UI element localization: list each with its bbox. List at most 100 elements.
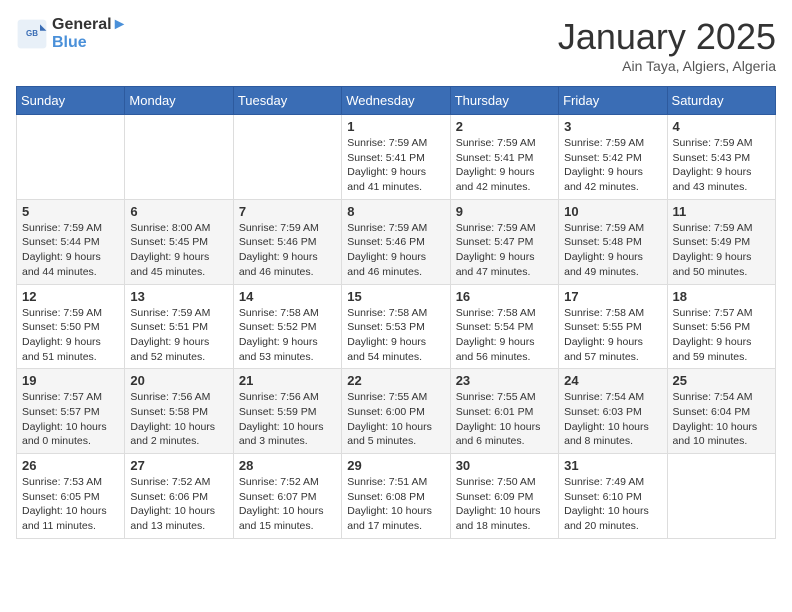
table-row: 13 Sunrise: 7:59 AM Sunset: 5:51 PM Dayli… bbox=[125, 284, 233, 369]
table-row: 9 Sunrise: 7:59 AM Sunset: 5:47 PM Daylig… bbox=[450, 199, 558, 284]
table-row: 14Sunrise: 7:58 AM Sunset: 5:52 PM Dayli… bbox=[233, 284, 341, 369]
day-info: Sunrise: 7:52 AM Sunset: 6:07 PM Dayligh… bbox=[239, 475, 336, 534]
day-number: 28 bbox=[239, 458, 336, 473]
day-info: Sunrise: 7:59 AM Sunset: 5:43 PM Dayligh… bbox=[673, 136, 770, 195]
table-row: 17Sunrise: 7:58 AM Sunset: 5:55 PM Dayli… bbox=[559, 284, 667, 369]
table-row: 20 Sunrise: 7:56 AM Sunset: 5:58 PM Dayli… bbox=[125, 369, 233, 454]
day-info: Sunrise: 7:50 AM Sunset: 6:09 PM Dayligh… bbox=[456, 475, 553, 534]
header-thursday: Thursday bbox=[450, 87, 558, 115]
day-info: Sunrise: 7:59 AM Sunset: 5:46 PM Dayligh… bbox=[239, 221, 336, 280]
day-number: 2 bbox=[456, 119, 553, 134]
day-info: Sunrise: 7:58 AM Sunset: 5:54 PM Dayligh… bbox=[456, 306, 553, 365]
logo-icon: GB bbox=[16, 18, 48, 50]
page-header: GB General► Blue January 2025 Ain Taya, … bbox=[16, 16, 776, 74]
day-info: Sunrise: 7:58 AM Sunset: 5:53 PM Dayligh… bbox=[347, 306, 444, 365]
logo: GB General► Blue bbox=[16, 16, 127, 52]
day-number: 29 bbox=[347, 458, 444, 473]
table-row: 25 Sunrise: 7:54 AM Sunset: 6:04 PM Dayli… bbox=[667, 369, 775, 454]
day-number: 14 bbox=[239, 289, 336, 304]
day-number: 4 bbox=[673, 119, 770, 134]
day-info: Sunrise: 7:51 AM Sunset: 6:08 PM Dayligh… bbox=[347, 475, 444, 534]
day-number: 1 bbox=[347, 119, 444, 134]
calendar-week-row: 19 Sunrise: 7:57 AM Sunset: 5:57 PM Dayli… bbox=[17, 369, 776, 454]
day-number: 5 bbox=[22, 204, 119, 219]
day-info: Sunrise: 7:56 AM Sunset: 5:58 PM Dayligh… bbox=[130, 390, 227, 449]
day-number: 18 bbox=[673, 289, 770, 304]
day-info: Sunrise: 7:54 AM Sunset: 6:03 PM Dayligh… bbox=[564, 390, 661, 449]
header-sunday: Sunday bbox=[17, 87, 125, 115]
table-row: 11 Sunrise: 7:59 AM Sunset: 5:49 PM Dayli… bbox=[667, 199, 775, 284]
header-monday: Monday bbox=[125, 87, 233, 115]
day-info: Sunrise: 7:55 AM Sunset: 6:00 PM Dayligh… bbox=[347, 390, 444, 449]
table-row: 28 Sunrise: 7:52 AM Sunset: 6:07 PM Dayli… bbox=[233, 454, 341, 539]
table-row: 19 Sunrise: 7:57 AM Sunset: 5:57 PM Dayli… bbox=[17, 369, 125, 454]
day-number: 22 bbox=[347, 373, 444, 388]
table-row: 22 Sunrise: 7:55 AM Sunset: 6:00 PM Dayli… bbox=[342, 369, 450, 454]
table-row: 31Sunrise: 7:49 AM Sunset: 6:10 PM Dayli… bbox=[559, 454, 667, 539]
table-row: 16 Sunrise: 7:58 AM Sunset: 5:54 PM Dayli… bbox=[450, 284, 558, 369]
table-row: 24 Sunrise: 7:54 AM Sunset: 6:03 PM Dayli… bbox=[559, 369, 667, 454]
table-row: 18 Sunrise: 7:57 AM Sunset: 5:56 PM Dayli… bbox=[667, 284, 775, 369]
day-number: 15 bbox=[347, 289, 444, 304]
calendar-week-row: 12Sunrise: 7:59 AM Sunset: 5:50 PM Dayli… bbox=[17, 284, 776, 369]
day-number: 8 bbox=[347, 204, 444, 219]
day-number: 26 bbox=[22, 458, 119, 473]
title-block: January 2025 Ain Taya, Algiers, Algeria bbox=[558, 16, 776, 74]
day-info: Sunrise: 7:59 AM Sunset: 5:46 PM Dayligh… bbox=[347, 221, 444, 280]
day-number: 30 bbox=[456, 458, 553, 473]
table-row: 4 Sunrise: 7:59 AM Sunset: 5:43 PM Daylig… bbox=[667, 115, 775, 200]
day-info: Sunrise: 7:55 AM Sunset: 6:01 PM Dayligh… bbox=[456, 390, 553, 449]
day-info: Sunrise: 7:59 AM Sunset: 5:44 PM Dayligh… bbox=[22, 221, 119, 280]
day-info: Sunrise: 7:57 AM Sunset: 5:57 PM Dayligh… bbox=[22, 390, 119, 449]
table-row: 3 Sunrise: 7:59 AM Sunset: 5:42 PM Daylig… bbox=[559, 115, 667, 200]
day-number: 25 bbox=[673, 373, 770, 388]
calendar-week-row: 26 Sunrise: 7:53 AM Sunset: 6:05 PM Dayli… bbox=[17, 454, 776, 539]
table-row: 27 Sunrise: 7:52 AM Sunset: 6:06 PM Dayli… bbox=[125, 454, 233, 539]
day-number: 23 bbox=[456, 373, 553, 388]
calendar-header-row: Sunday Monday Tuesday Wednesday Thursday… bbox=[17, 87, 776, 115]
day-number: 16 bbox=[456, 289, 553, 304]
day-number: 21 bbox=[239, 373, 336, 388]
day-info: Sunrise: 7:59 AM Sunset: 5:42 PM Dayligh… bbox=[564, 136, 661, 195]
day-info: Sunrise: 7:59 AM Sunset: 5:49 PM Dayligh… bbox=[673, 221, 770, 280]
table-row: 1 Sunrise: 7:59 AM Sunset: 5:41 PM Daylig… bbox=[342, 115, 450, 200]
header-saturday: Saturday bbox=[667, 87, 775, 115]
day-number: 20 bbox=[130, 373, 227, 388]
month-title: January 2025 bbox=[558, 16, 776, 58]
table-row: 26 Sunrise: 7:53 AM Sunset: 6:05 PM Dayli… bbox=[17, 454, 125, 539]
day-number: 27 bbox=[130, 458, 227, 473]
day-info: Sunrise: 7:59 AM Sunset: 5:47 PM Dayligh… bbox=[456, 221, 553, 280]
day-number: 9 bbox=[456, 204, 553, 219]
day-number: 13 bbox=[130, 289, 227, 304]
day-info: Sunrise: 7:56 AM Sunset: 5:59 PM Dayligh… bbox=[239, 390, 336, 449]
day-info: Sunrise: 7:57 AM Sunset: 5:56 PM Dayligh… bbox=[673, 306, 770, 365]
table-row: 7Sunrise: 7:59 AM Sunset: 5:46 PM Daylig… bbox=[233, 199, 341, 284]
day-info: Sunrise: 7:59 AM Sunset: 5:41 PM Dayligh… bbox=[456, 136, 553, 195]
table-row bbox=[17, 115, 125, 200]
table-row: 23 Sunrise: 7:55 AM Sunset: 6:01 PM Dayli… bbox=[450, 369, 558, 454]
table-row: 12Sunrise: 7:59 AM Sunset: 5:50 PM Dayli… bbox=[17, 284, 125, 369]
header-tuesday: Tuesday bbox=[233, 87, 341, 115]
table-row bbox=[667, 454, 775, 539]
day-info: Sunrise: 7:59 AM Sunset: 5:41 PM Dayligh… bbox=[347, 136, 444, 195]
day-number: 3 bbox=[564, 119, 661, 134]
table-row: 21 Sunrise: 7:56 AM Sunset: 5:59 PM Dayli… bbox=[233, 369, 341, 454]
header-friday: Friday bbox=[559, 87, 667, 115]
day-number: 17 bbox=[564, 289, 661, 304]
table-row: 6Sunrise: 8:00 AM Sunset: 5:45 PM Daylig… bbox=[125, 199, 233, 284]
table-row: 10Sunrise: 7:59 AM Sunset: 5:48 PM Dayli… bbox=[559, 199, 667, 284]
table-row: 15 Sunrise: 7:58 AM Sunset: 5:53 PM Dayli… bbox=[342, 284, 450, 369]
table-row: 29 Sunrise: 7:51 AM Sunset: 6:08 PM Dayli… bbox=[342, 454, 450, 539]
day-number: 19 bbox=[22, 373, 119, 388]
day-number: 11 bbox=[673, 204, 770, 219]
day-info: Sunrise: 7:59 AM Sunset: 5:51 PM Dayligh… bbox=[130, 306, 227, 365]
day-info: Sunrise: 8:00 AM Sunset: 5:45 PM Dayligh… bbox=[130, 221, 227, 280]
table-row: 2 Sunrise: 7:59 AM Sunset: 5:41 PM Daylig… bbox=[450, 115, 558, 200]
day-info: Sunrise: 7:53 AM Sunset: 6:05 PM Dayligh… bbox=[22, 475, 119, 534]
calendar-week-row: 5 Sunrise: 7:59 AM Sunset: 5:44 PM Daylig… bbox=[17, 199, 776, 284]
table-row bbox=[233, 115, 341, 200]
day-number: 31 bbox=[564, 458, 661, 473]
day-info: Sunrise: 7:52 AM Sunset: 6:06 PM Dayligh… bbox=[130, 475, 227, 534]
day-info: Sunrise: 7:54 AM Sunset: 6:04 PM Dayligh… bbox=[673, 390, 770, 449]
day-number: 24 bbox=[564, 373, 661, 388]
